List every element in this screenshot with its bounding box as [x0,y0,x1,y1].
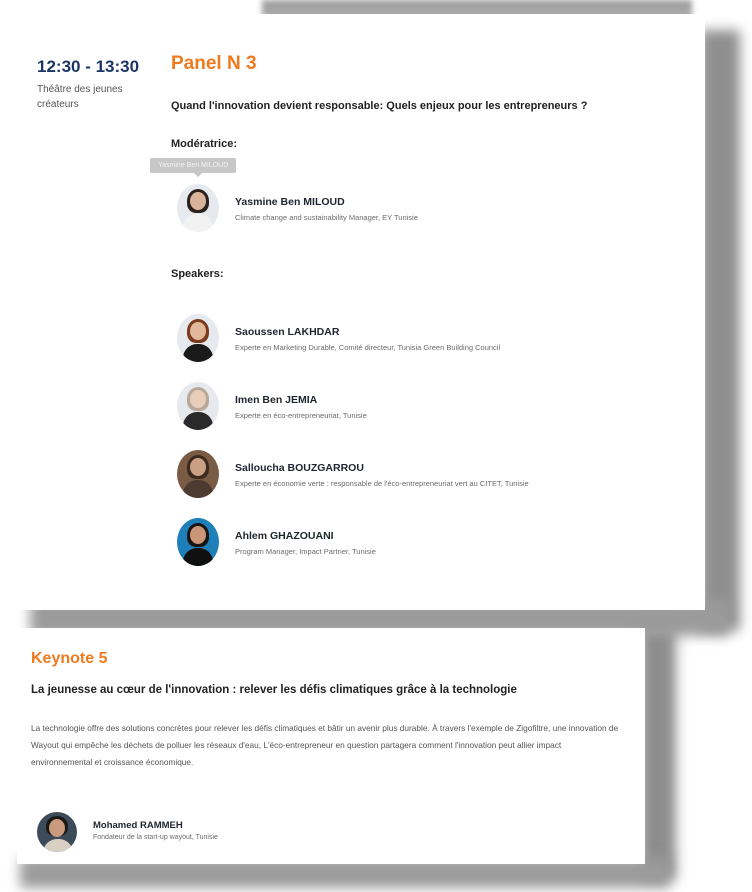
avatar[interactable] [177,382,219,430]
person-role: Experte en Marketing Durable, Comité dir… [235,343,501,352]
keynote-subtitle: La jeunesse au cœur de l'innovation : re… [31,684,517,696]
person-role: Climate change and sustainability Manage… [235,213,418,222]
keynote-speaker[interactable]: Mohamed RAMMEH Fondateur de la start-up … [37,812,597,856]
speaker-item[interactable]: Imen Ben JEMIA Experte en éco-entreprene… [177,382,697,434]
avatar[interactable] [37,812,77,852]
card-shadow [700,30,740,630]
avatar-tooltip: Yasmine Ben MILOUD [150,158,237,177]
keynote-card: Keynote 5 La jeunesse au cœur de l'innov… [17,628,645,864]
person-role: Program Manager, Impact Partner, Tunisie [235,547,376,556]
speakers-label: Speakers: [171,268,224,280]
avatar[interactable] [177,450,219,498]
person-role: Fondateur de la start-up wayout, Tunisie [93,834,218,841]
keynote-description: La technologie offre des solutions concr… [31,723,619,767]
keynote-title: Keynote 5 [31,650,108,667]
person-name: Saoussen LAKHDAR [235,326,340,338]
panel-title: Panel N 3 [171,53,257,74]
moderator-item[interactable]: Yasmine Ben MILOUD Climate change and su… [177,184,697,236]
person-name: Imen Ben JEMIA [235,394,318,406]
avatar[interactable] [177,314,219,362]
person-name: Yasmine Ben MILOUD [235,196,345,208]
panel-subtitle: Quand l'innovation devient responsable: … [171,100,588,112]
card-shadow [640,630,676,880]
speaker-item[interactable]: Saoussen LAKHDAR Experte en Marketing Du… [177,314,697,366]
person-role: Experte en économie verte : responsable … [235,479,529,488]
person-name: Mohamed RAMMEH [93,820,183,831]
avatar[interactable] [177,518,219,566]
panel-card: 12:30 - 13:30 Théâtre des jeunes créateu… [17,14,705,610]
person-name: Salloucha BOUZGARROU [235,462,364,474]
speaker-item[interactable]: Salloucha BOUZGARROU Experte en économie… [177,450,697,502]
person-name: Ahlem GHAZOUANI [235,530,334,542]
session-time: 12:30 - 13:30 [37,57,140,76]
speaker-item[interactable]: Ahlem GHAZOUANI Program Manager, Impact … [177,518,697,570]
avatar[interactable] [177,184,219,232]
moderator-label: Modératrice: [171,138,238,150]
session-venue: Théâtre des jeunes créateurs [37,84,123,110]
person-role: Experte en éco-entrepreneuriat, Tunisie [235,411,367,420]
